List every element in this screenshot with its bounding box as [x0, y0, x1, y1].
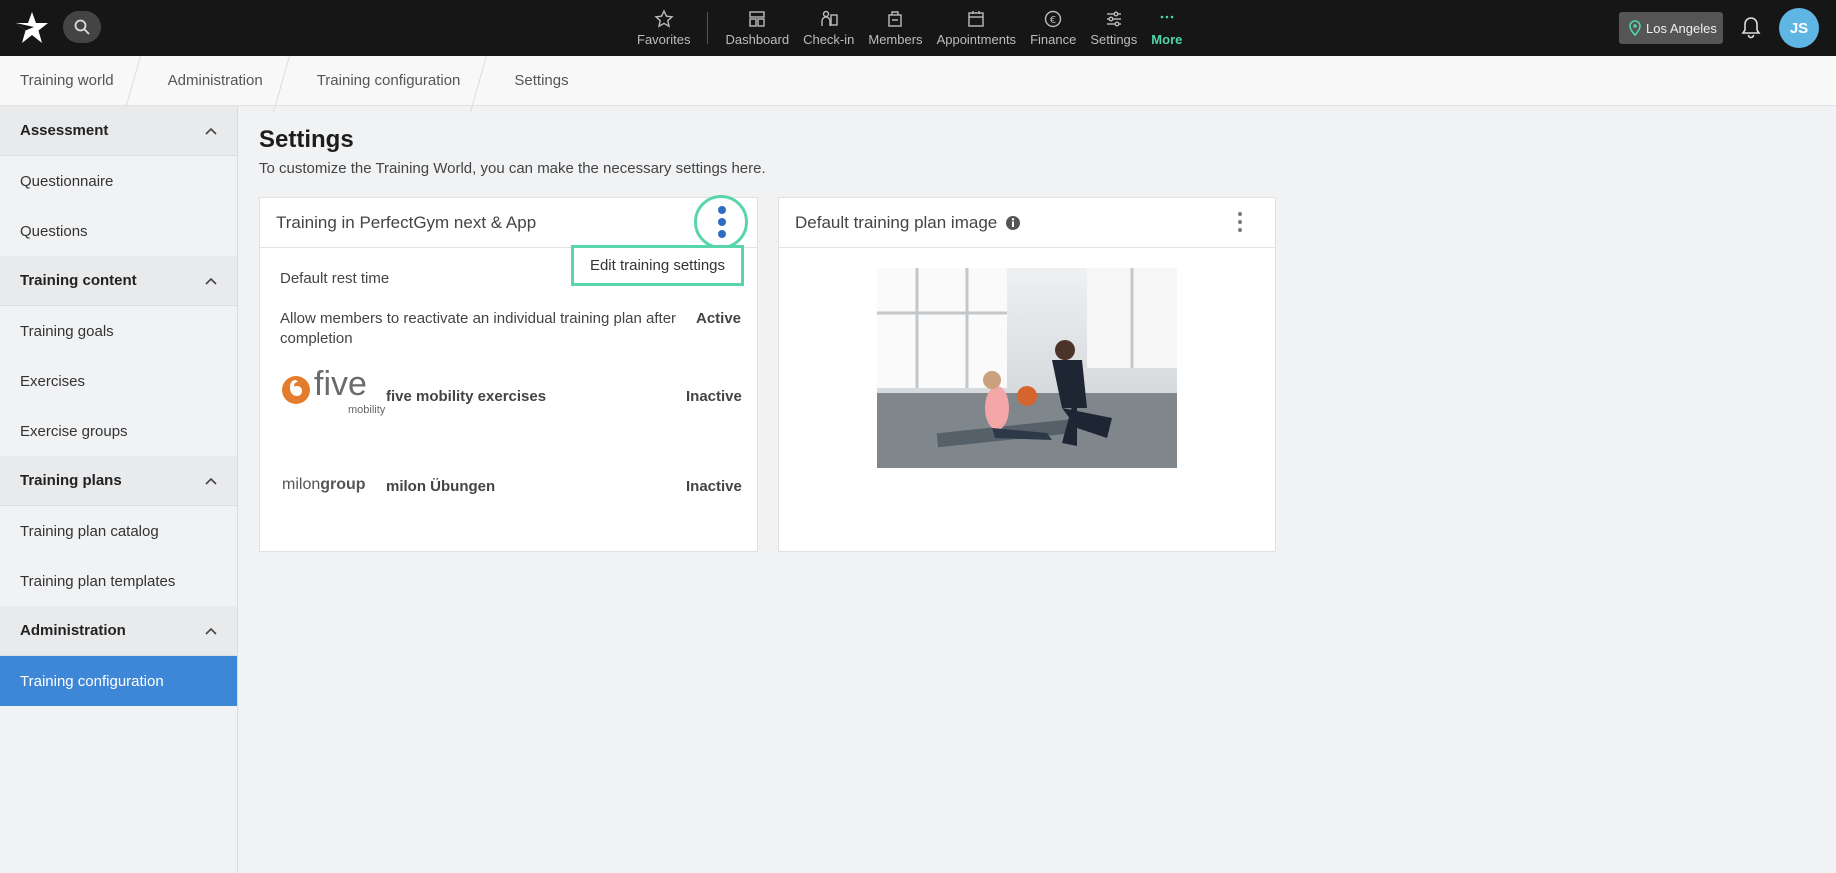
sidebar-item-questionnaire[interactable]: Questionnaire: [0, 156, 237, 206]
brand-star-logo-icon[interactable]: [14, 10, 50, 46]
breadcrumb-training-configuration[interactable]: Training configuration: [297, 56, 481, 106]
sidebar-group-training-plans[interactable]: Training plans: [0, 456, 237, 506]
main-nav: Favorites Dashboard Check-in Members App…: [630, 0, 1189, 56]
sidebar-item-training-configuration[interactable]: Training configuration: [0, 656, 237, 706]
svg-text:€: €: [1050, 15, 1056, 26]
sidebar: Assessment Questionnaire Questions Train…: [0, 106, 238, 873]
chevron-up-icon: [205, 127, 217, 135]
members-icon: [888, 11, 903, 27]
default-rest-time-label: Default rest time: [280, 270, 390, 287]
nav-check-in[interactable]: Check-in: [796, 0, 861, 56]
kebab-dot: [718, 218, 726, 226]
location-pin-icon: [1629, 20, 1641, 36]
training-photo: [877, 268, 1177, 468]
nav-more[interactable]: More: [1144, 0, 1189, 56]
sidebar-group-training-content[interactable]: Training content: [0, 256, 237, 306]
breadcrumb-separator: [283, 56, 297, 106]
sidebar-group-administration[interactable]: Administration: [0, 606, 237, 656]
image-card-menu-button[interactable]: [1228, 204, 1252, 240]
breadcrumb-training-world[interactable]: Training world: [0, 56, 134, 106]
nav-favorites[interactable]: Favorites: [630, 0, 697, 56]
sidebar-item-training-plan-templates[interactable]: Training plan templates: [0, 556, 237, 606]
kebab-dot: [1238, 220, 1242, 224]
breadcrumb-separator: [480, 56, 494, 106]
dashboard-icon: [749, 11, 765, 27]
sidebar-item-exercises[interactable]: Exercises: [0, 356, 237, 406]
kebab-dot: [1238, 228, 1242, 232]
milon-group-logo: milongroup: [282, 476, 366, 493]
five-mobility-status: Inactive: [686, 388, 742, 405]
nav-settings[interactable]: Settings: [1083, 0, 1144, 56]
euro-icon: €: [1044, 10, 1062, 28]
image-card-header: Default training plan image: [779, 198, 1275, 248]
chevron-up-icon: [205, 477, 217, 485]
nav-appointments[interactable]: Appointments: [930, 0, 1024, 56]
user-avatar[interactable]: JS: [1779, 8, 1819, 48]
chevron-up-icon: [205, 627, 217, 635]
calendar-icon: [968, 11, 985, 27]
sidebar-item-training-goals[interactable]: Training goals: [0, 306, 237, 356]
page-title: Settings: [259, 126, 354, 153]
kebab-dot: [1238, 212, 1242, 216]
sidebar-item-exercise-groups[interactable]: Exercise groups: [0, 406, 237, 456]
nav-finance[interactable]: € Finance: [1023, 0, 1083, 56]
milon-label: milon Übungen: [386, 478, 496, 495]
more-dots-icon: [1160, 15, 1174, 19]
nav-separator: [707, 12, 709, 44]
training-card-header: Training in PerfectGym next & App: [260, 198, 757, 248]
training-card-title: Training in PerfectGym next & App: [276, 212, 537, 232]
location-selector[interactable]: Los Angeles: [1619, 12, 1723, 44]
chevron-up-icon: [205, 277, 217, 285]
notification-bell-icon[interactable]: [1738, 15, 1764, 41]
reactivate-plan-label-line2: completion: [280, 330, 353, 347]
search-icon: [74, 19, 90, 35]
training-card-menu-button[interactable]: [710, 204, 734, 240]
breadcrumb-settings: Settings: [514, 72, 569, 89]
page-subtitle: To customize the Training World, you can…: [259, 160, 766, 177]
sidebar-item-questions[interactable]: Questions: [0, 206, 237, 256]
five-mobility-logo: five mobility: [280, 365, 385, 417]
breadcrumb-administration[interactable]: Administration: [148, 56, 283, 106]
kebab-dot: [718, 230, 726, 238]
top-bar: Favorites Dashboard Check-in Members App…: [0, 0, 1836, 56]
sidebar-group-assessment[interactable]: Assessment: [0, 106, 237, 156]
info-icon[interactable]: [1005, 215, 1021, 231]
check-in-icon: [821, 10, 838, 26]
nav-dashboard[interactable]: Dashboard: [718, 0, 796, 56]
five-logo-mark-icon: [282, 376, 310, 404]
milon-status: Inactive: [686, 478, 742, 495]
reactivate-plan-label-line1: Allow members to reactivate an individua…: [280, 310, 677, 327]
search-button[interactable]: [63, 11, 101, 43]
five-mobility-label: five mobility exercises: [386, 388, 547, 405]
image-card-title: Default training plan image: [795, 212, 998, 232]
edit-training-settings-menu-item[interactable]: Edit training settings: [571, 245, 744, 286]
sidebar-item-training-plan-catalog[interactable]: Training plan catalog: [0, 506, 237, 556]
star-icon: [654, 9, 674, 28]
breadcrumb: Training world Administration Training c…: [0, 56, 1836, 106]
kebab-dot: [718, 206, 726, 214]
reactivate-plan-status: Active: [696, 310, 742, 327]
default-training-plan-image: [877, 268, 1177, 468]
nav-members[interactable]: Members: [861, 0, 929, 56]
sliders-icon: [1106, 11, 1121, 27]
breadcrumb-separator: [134, 56, 148, 106]
